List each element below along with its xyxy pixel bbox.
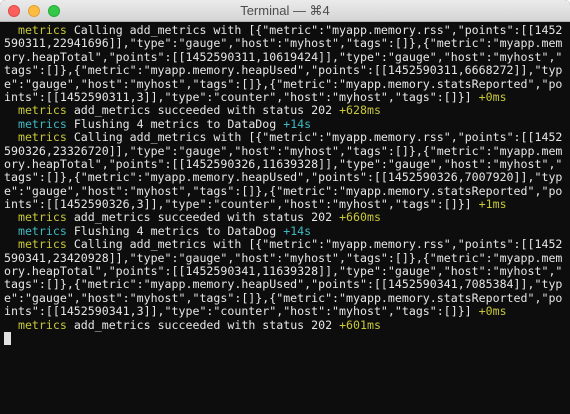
log-message: Calling add_metrics with [{"metric":"mya…	[73, 130, 563, 145]
log-namespace: metrics	[4, 116, 74, 131]
log-namespace: metrics	[4, 223, 74, 238]
text-cursor	[4, 331, 11, 345]
log-message: 590326,23326720]],"type":"gauge","host":…	[4, 143, 563, 158]
log-message: ints":[[1452590326,3]],"type":"counter",…	[4, 197, 479, 212]
terminal-line: tags":[]},{"metric":"myapp.memory.heapUs…	[4, 63, 564, 78]
terminal-line: metrics Calling add_metrics with [{"metr…	[4, 238, 564, 251]
log-namespace: metrics	[4, 317, 74, 332]
terminal-line: 590341,23420928]],"type":"gauge","host":…	[4, 250, 564, 265]
terminal-line: ints":[[1452590326,3]],"type":"counter",…	[4, 197, 564, 212]
log-time-delta: +628ms	[339, 103, 381, 118]
log-namespace: metrics	[4, 130, 74, 145]
log-message: tags":[]},{"metric":"myapp.memory.heapUs…	[4, 63, 563, 78]
log-namespace: metrics	[4, 237, 74, 252]
log-message: tags":[]},{"metric":"myapp.memory.heapUs…	[4, 277, 563, 292]
log-time-delta: +601ms	[339, 317, 381, 332]
log-message: e":"gauge","host":"myhost","tags":[]},{"…	[4, 290, 563, 305]
window-title: Terminal — ⌘4	[240, 3, 330, 18]
terminal-line: metrics Flushing 4 metrics to DataDog +1…	[4, 116, 564, 131]
terminal-line: metrics Calling add_metrics with [{"metr…	[4, 130, 564, 145]
terminal-line: metrics add_metrics succeeded with statu…	[4, 104, 564, 117]
log-time-delta: +0ms	[478, 304, 507, 319]
log-message: Calling add_metrics with [{"metric":"mya…	[73, 237, 563, 252]
title-bar[interactable]: Terminal — ⌘4	[0, 0, 570, 22]
log-message: ory.heapTotal","points":[[1452590326,116…	[4, 156, 563, 171]
terminal-line: ory.heapTotal","points":[[1452590311,106…	[4, 49, 564, 64]
terminal-line: metrics Flushing 4 metrics to DataDog +1…	[4, 223, 564, 238]
log-message: ints":[[1452590341,3]],"type":"counter",…	[4, 304, 479, 319]
log-message: add_metrics succeeded with status 202	[73, 317, 340, 332]
terminal-line: metrics add_metrics succeeded with statu…	[4, 211, 564, 224]
log-message: add_metrics succeeded with status 202	[73, 210, 340, 225]
log-message: tags":[]},{"metric":"myapp.memory.heapUs…	[4, 170, 563, 185]
terminal-line: 590311,22941696]],"type":"gauge","host":…	[4, 37, 564, 50]
terminal-line: tags":[]},{"metric":"myapp.memory.heapUs…	[4, 171, 564, 184]
terminal-line: e":"gauge","host":"myhost","tags":[]},{"…	[4, 183, 564, 198]
terminal-line: e":"gauge","host":"myhost","tags":[]},{"…	[4, 76, 564, 91]
prompt-line[interactable]	[4, 331, 564, 345]
terminal-line: ory.heapTotal","points":[[1452590326,116…	[4, 156, 564, 171]
log-time-delta: +660ms	[339, 210, 381, 225]
log-time-delta: +1ms	[478, 197, 507, 212]
log-message: add_metrics succeeded with status 202	[73, 103, 340, 118]
log-namespace: metrics	[4, 210, 74, 225]
log-message: ory.heapTotal","points":[[1452590341,116…	[4, 264, 563, 279]
log-message: Flushing 4 metrics to DataDog	[73, 223, 284, 238]
log-namespace: metrics	[4, 24, 74, 37]
terminal-line: tags":[]},{"metric":"myapp.memory.heapUs…	[4, 278, 564, 291]
terminal-line: 590326,23326720]],"type":"gauge","host":…	[4, 143, 564, 158]
log-message: e":"gauge","host":"myhost","tags":[]},{"…	[4, 76, 563, 91]
terminal-line: e":"gauge","host":"myhost","tags":[]},{"…	[4, 290, 564, 305]
log-message: e":"gauge","host":"myhost","tags":[]},{"…	[4, 183, 563, 198]
log-time-delta: +14s	[283, 116, 312, 131]
terminal-line: metrics Calling add_metrics with [{"metr…	[4, 24, 564, 37]
terminal-line: ints":[[1452590311,3]],"type":"counter",…	[4, 89, 564, 104]
log-message: ints":[[1452590311,3]],"type":"counter",…	[4, 89, 479, 104]
log-message: ory.heapTotal","points":[[1452590311,106…	[4, 49, 563, 64]
log-namespace: metrics	[4, 103, 74, 118]
terminal-line: ints":[[1452590341,3]],"type":"counter",…	[4, 305, 564, 318]
log-message: Flushing 4 metrics to DataDog	[73, 116, 284, 131]
log-message: 590341,23420928]],"type":"gauge","host":…	[4, 250, 563, 265]
terminal-window: Terminal — ⌘4 metrics Calling add_metric…	[0, 0, 570, 414]
terminal-line: ory.heapTotal","points":[[1452590341,116…	[4, 264, 564, 279]
terminal-output[interactable]: metrics Calling add_metrics with [{"metr…	[4, 24, 564, 410]
log-message: 590311,22941696]],"type":"gauge","host":…	[4, 36, 563, 51]
terminal-line: metrics add_metrics succeeded with statu…	[4, 317, 564, 332]
log-message: Calling add_metrics with [{"metric":"mya…	[73, 24, 563, 37]
log-time-delta: +0ms	[478, 89, 507, 104]
log-time-delta: +14s	[283, 223, 312, 238]
